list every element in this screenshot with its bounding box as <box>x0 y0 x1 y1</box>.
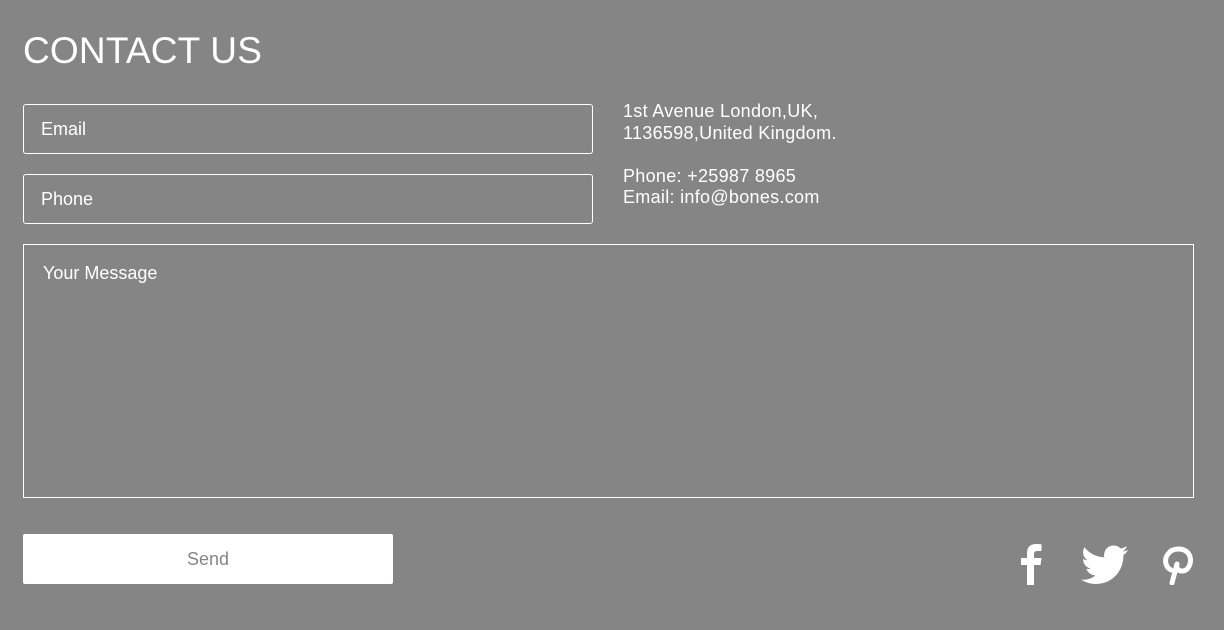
send-button[interactable]: Send <box>23 534 393 584</box>
email-field[interactable] <box>23 104 593 154</box>
page-title: CONTACT US <box>23 30 263 71</box>
pinterest-icon <box>1158 543 1198 585</box>
contact-phone: Phone: +25987 8965 <box>623 165 797 186</box>
twitter-icon <box>1081 545 1129 587</box>
contact-email: Email: info@bones.com <box>623 187 820 207</box>
message-field[interactable] <box>23 244 1194 498</box>
contact-info: 1st Avenue London,UK, 1136598,United Kin… <box>623 101 837 209</box>
address-line-2: 1136598,United Kingdom. <box>623 122 837 143</box>
pinterest-link[interactable] <box>1158 543 1198 585</box>
twitter-link[interactable] <box>1081 543 1129 585</box>
contact-page: CONTACT US 1st Avenue London,UK, 1136598… <box>0 0 1224 630</box>
facebook-icon <box>1018 543 1046 585</box>
facebook-link[interactable] <box>1018 543 1046 585</box>
phone-field[interactable] <box>23 174 593 224</box>
address-line-1: 1st Avenue London,UK, <box>623 101 819 121</box>
